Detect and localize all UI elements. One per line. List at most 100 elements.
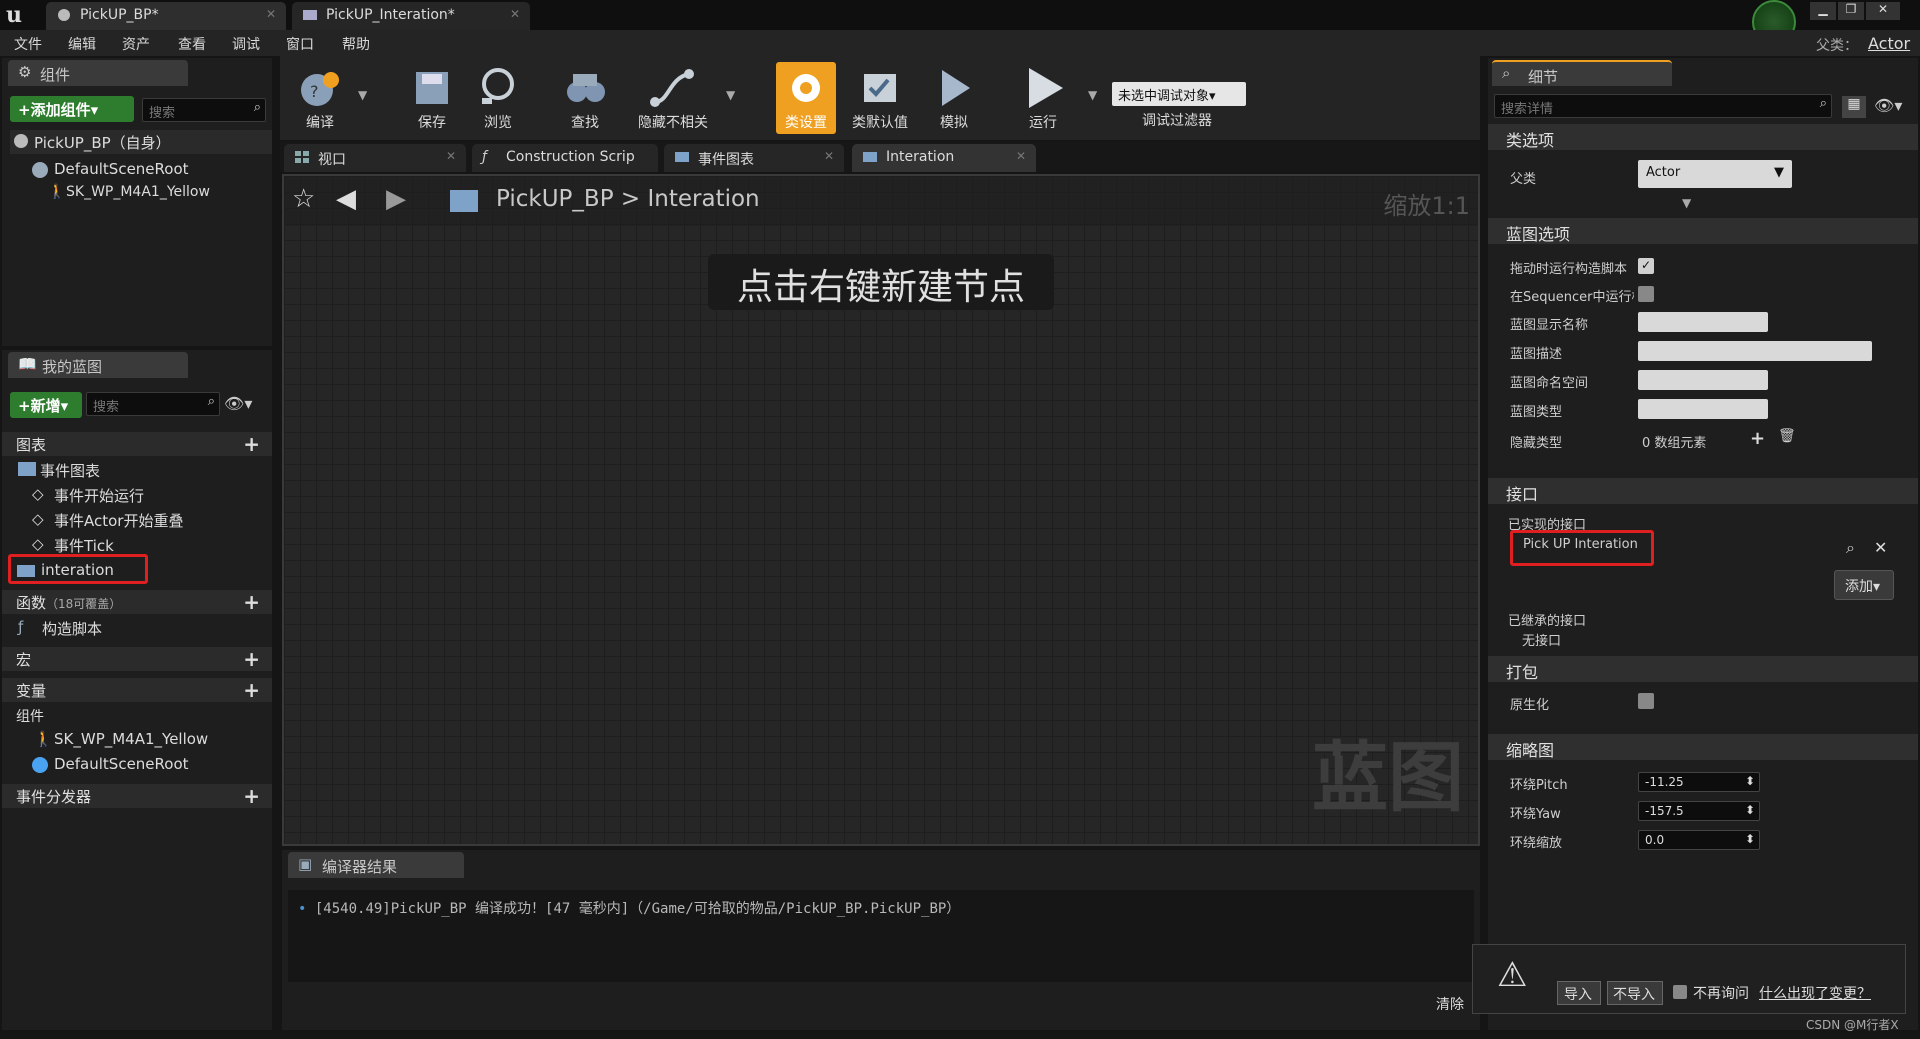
compiler-results-tab[interactable]: ▣ 编译器结果 [288,852,464,878]
eye-icon[interactable]: 👁▾ [224,394,252,413]
menu-view[interactable]: 查看 [178,34,206,54]
expand-advanced-icon[interactable]: ▼ [1682,196,1691,210]
hide-unrelated-dropdown-icon[interactable]: ▼ [726,88,735,102]
details-search-input[interactable]: 搜索详情 ⌕ [1494,94,1832,118]
find-button[interactable]: 查找 [545,60,625,134]
parent-class-link[interactable]: Actor [1868,34,1910,53]
graphs-section[interactable]: 图表 + [2,432,272,456]
component-skeletal-mesh[interactable]: 🚶 SK_WP_M4A1_Yellow [46,184,210,200]
nativize-checkbox[interactable] [1638,693,1654,709]
class-settings-button[interactable]: 类设置 [776,62,836,134]
doc-tab-pickup-bp[interactable]: PickUP_BP* ✕ [46,2,286,30]
eye-icon[interactable]: 👁▾ [1874,96,1902,115]
orbit-pitch-input[interactable]: -11.25 ⬍ [1638,772,1760,792]
interation-graph-item[interactable]: interation [8,554,148,584]
simulate-button[interactable]: 模拟 [914,60,994,134]
components-tab[interactable]: ⚙ 组件 [8,60,188,86]
macros-section[interactable]: 宏 + [2,647,272,671]
browse-to-asset-icon[interactable]: ⌕ [1846,538,1855,558]
doc-tab-interation[interactable]: PickUP_Interation* ✕ [292,2,530,30]
minimize-button[interactable]: ▁ [1810,2,1836,20]
clear-button[interactable]: 清除 [1436,994,1464,1014]
details-tab[interactable]: ⌕ 细节 [1492,60,1672,86]
tab-interation[interactable]: Interation ✕ [852,144,1036,172]
run-dropdown-icon[interactable]: ▼ [1088,88,1097,102]
browse-button[interactable]: 浏览 [458,60,538,134]
my-blueprint-tab[interactable]: 📖 我的蓝图 [8,352,188,378]
hide-unrelated-button[interactable]: 隐藏不相关 [625,60,721,134]
display-name-field[interactable] [1638,312,1768,332]
event-graph-item[interactable]: 事件图表 [14,460,100,481]
var-default-scene-root[interactable]: DefaultSceneRoot [32,755,189,773]
tab-viewport[interactable]: 视口 ✕ [284,144,466,172]
implemented-interface-item[interactable]: Pick UP Interation [1510,530,1654,566]
tab-construction-script[interactable]: ƒ Construction Scrip [472,144,658,172]
components-search-input[interactable]: 搜索 ⌕ [142,98,266,122]
menu-edit[interactable]: 编辑 [68,34,96,54]
trash-icon[interactable]: 🗑 [1778,428,1796,444]
maximize-button[interactable]: ❐ [1838,2,1864,20]
interfaces-section[interactable]: 接口 [1488,478,1918,504]
functions-section[interactable]: 函数（18可覆盖） + [2,590,272,614]
menu-help[interactable]: 帮助 [342,34,370,54]
add-dispatcher-icon[interactable]: + [243,784,260,808]
new-button[interactable]: +新增▾ [10,392,82,418]
add-graph-icon[interactable]: + [243,432,260,456]
class-defaults-button[interactable]: 类默认值 [838,60,922,134]
compile-button[interactable]: ? 编译 [280,60,360,134]
add-element-icon[interactable]: + [1750,428,1765,449]
event-dispatchers-section[interactable]: 事件分发器 + [2,784,272,808]
construction-script-item[interactable]: ƒ 构造脚本 [14,618,102,639]
namespace-field[interactable] [1638,370,1768,390]
description-field[interactable] [1638,341,1872,361]
run-button[interactable]: 运行 [1003,60,1083,134]
var-skeletal-mesh[interactable]: 🚶 SK_WP_M4A1_Yellow [32,730,208,748]
menu-file[interactable]: 文件 [14,34,42,54]
graph-canvas[interactable]: ☆ ◀ ▶ PickUP_BP > Interation 缩放1:1 点击右键新… [282,174,1480,846]
import-button[interactable]: 导入 [1557,981,1601,1005]
tab-event-graph[interactable]: 事件图表 ✕ [664,144,844,172]
close-icon[interactable]: ✕ [824,149,834,163]
back-arrow-icon[interactable]: ◀ [336,184,356,214]
run-construction-on-drag-checkbox[interactable]: ✓ [1638,258,1654,274]
add-variable-icon[interactable]: + [243,678,260,702]
add-interface-button[interactable]: 添加▾ [1834,570,1894,600]
component-root[interactable]: PickUP_BP（自身） [10,130,272,154]
what-changed-link[interactable]: 什么出现了变更？ [1759,983,1871,1003]
component-default-scene-root[interactable]: DefaultSceneRoot [22,160,189,178]
debug-object-select[interactable]: 未选中调试对象▾ [1112,82,1246,106]
close-icon[interactable]: ✕ [510,7,520,21]
close-window-button[interactable]: ✕ [1866,2,1900,20]
menu-debug[interactable]: 调试 [232,34,260,54]
parent-class-select[interactable]: Actor ▼ [1638,160,1792,188]
thumbnail-section[interactable]: 缩略图 [1488,734,1918,760]
blueprint-search-input[interactable]: 搜索 ⌕ [86,392,220,416]
breadcrumb-root[interactable]: PickUP_BP [496,186,614,212]
add-macro-icon[interactable]: + [243,647,260,671]
class-options-section[interactable]: 类选项 [1488,124,1918,150]
close-icon[interactable]: ✕ [446,149,456,163]
variables-section[interactable]: 变量 + [2,678,272,702]
run-in-sequencer-checkbox[interactable] [1638,286,1654,302]
orbit-yaw-input[interactable]: -157.5 ⬍ [1638,801,1760,821]
packaging-section[interactable]: 打包 [1488,656,1918,682]
variables-components-group[interactable]: 组件 [16,706,44,726]
property-matrix-icon[interactable]: ▦ [1842,96,1866,118]
add-function-icon[interactable]: + [243,590,260,614]
menu-asset[interactable]: 资产 [122,34,150,54]
blueprint-type-field[interactable] [1638,399,1768,419]
dont-import-button[interactable]: 不导入 [1607,981,1663,1005]
dont-ask-checkbox[interactable] [1673,985,1687,999]
forward-arrow-icon[interactable]: ▶ [386,184,406,214]
remove-interface-icon[interactable]: ✕ [1874,538,1887,557]
event-actor-overlap[interactable]: ◇ 事件Actor开始重叠 [30,510,183,531]
event-begin-play[interactable]: ◇ 事件开始运行 [30,485,144,506]
close-icon[interactable]: ✕ [1016,149,1026,163]
compile-dropdown-icon[interactable]: ▼ [358,88,367,102]
orbit-zoom-input[interactable]: 0.0 ⬍ [1638,830,1760,850]
blueprint-options-section[interactable]: 蓝图选项 [1488,218,1918,244]
close-icon[interactable]: ✕ [266,7,276,21]
add-component-button[interactable]: +添加组件▾ [10,96,134,122]
event-tick[interactable]: ◇ 事件Tick [30,535,114,556]
favorite-star-icon[interactable]: ☆ [292,184,315,214]
